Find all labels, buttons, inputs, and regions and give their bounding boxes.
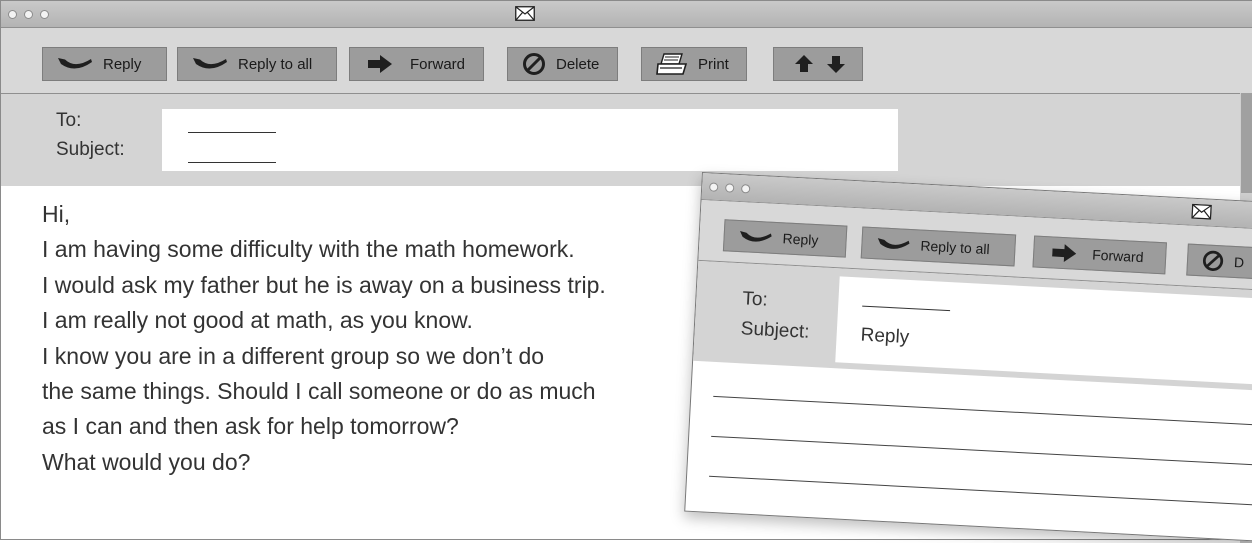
delete-button[interactable]: Delete <box>507 47 618 81</box>
minimize-window-button[interactable] <box>24 10 33 19</box>
message-header: To: Subject: <box>1 94 1252 186</box>
body-line: What would you do? <box>42 448 251 475</box>
reply-all-button[interactable]: Reply to all <box>177 47 337 81</box>
reply-to-field[interactable] <box>862 305 951 312</box>
reply-header-fields: Reply <box>835 276 1252 387</box>
reply-all-icon <box>193 58 227 69</box>
print-label: Print <box>698 55 729 73</box>
body-line: I am really not good at math, as you kno… <box>42 307 473 334</box>
forward-label: Forward <box>1091 246 1144 266</box>
reply-icon <box>58 58 92 69</box>
body-line: I would ask my father but he is away on … <box>42 271 606 298</box>
forward-arrow-icon <box>368 55 392 73</box>
reply-all-label: Reply to all <box>238 55 313 73</box>
forward-arrow-icon <box>1052 244 1077 263</box>
title-bar <box>1 1 1252 28</box>
reply-window-reply-all-button[interactable]: Reply to all <box>860 226 1017 267</box>
reply-window: Reply Reply to all Forward D To: Subject… <box>684 172 1252 543</box>
reply-icon <box>740 230 772 242</box>
reply-window-forward-button[interactable]: Forward <box>1032 235 1167 275</box>
body-line: Hi, <box>42 201 71 227</box>
delete-label: D <box>1233 253 1245 271</box>
to-field[interactable] <box>188 132 276 133</box>
reply-subject-field[interactable]: Reply <box>860 325 910 350</box>
envelope-icon <box>1191 203 1212 220</box>
print-icon <box>656 53 688 75</box>
toolbar: Reply Reply to all Forward Delete Print <box>1 28 1252 94</box>
reply-close-button[interactable] <box>708 182 719 192</box>
header-fields <box>162 109 898 171</box>
reply-body-line[interactable] <box>711 435 1252 467</box>
reply-to-label: To: <box>741 288 769 311</box>
reply-subject-label: Subject: <box>740 318 810 343</box>
subject-field[interactable] <box>188 162 276 163</box>
reply-button[interactable]: Reply <box>42 47 167 81</box>
reply-body-line[interactable] <box>713 395 1252 428</box>
delete-icon <box>1202 250 1224 271</box>
reply-label: Reply <box>782 230 819 249</box>
zoom-window-button[interactable] <box>40 10 49 19</box>
body-line: the same things. Should I call someone o… <box>42 378 596 405</box>
scrollbar-thumb[interactable] <box>1241 93 1252 193</box>
reply-minimize-button[interactable] <box>724 183 735 193</box>
forward-label: Forward <box>410 55 466 73</box>
envelope-icon <box>515 6 535 21</box>
body-line: I am having some difficulty with the mat… <box>42 236 575 263</box>
up-arrow-icon[interactable] <box>794 54 814 74</box>
body-line: I know you are in a different group so w… <box>42 342 545 369</box>
reply-all-icon <box>877 237 910 249</box>
delete-icon <box>523 53 545 75</box>
reply-all-label: Reply to all <box>920 237 991 258</box>
subject-label: Subject: <box>56 139 125 160</box>
reply-window-reply-button[interactable]: Reply <box>722 219 848 258</box>
reply-label: Reply <box>103 55 142 73</box>
message-body: Hi, I am having some difficulty with the… <box>42 197 606 480</box>
reply-zoom-button[interactable] <box>740 184 751 194</box>
delete-label: Delete <box>556 55 600 73</box>
navigate-buttons <box>773 47 863 81</box>
close-window-button[interactable] <box>8 10 17 19</box>
print-button[interactable]: Print <box>641 47 747 81</box>
forward-button[interactable]: Forward <box>349 47 484 81</box>
down-arrow-icon[interactable] <box>826 54 846 74</box>
reply-body-line[interactable] <box>709 475 1252 507</box>
body-line: as I can and then ask for help tomorrow? <box>42 413 459 440</box>
reply-window-delete-button[interactable]: D <box>1186 243 1252 282</box>
to-label: To: <box>56 110 82 131</box>
